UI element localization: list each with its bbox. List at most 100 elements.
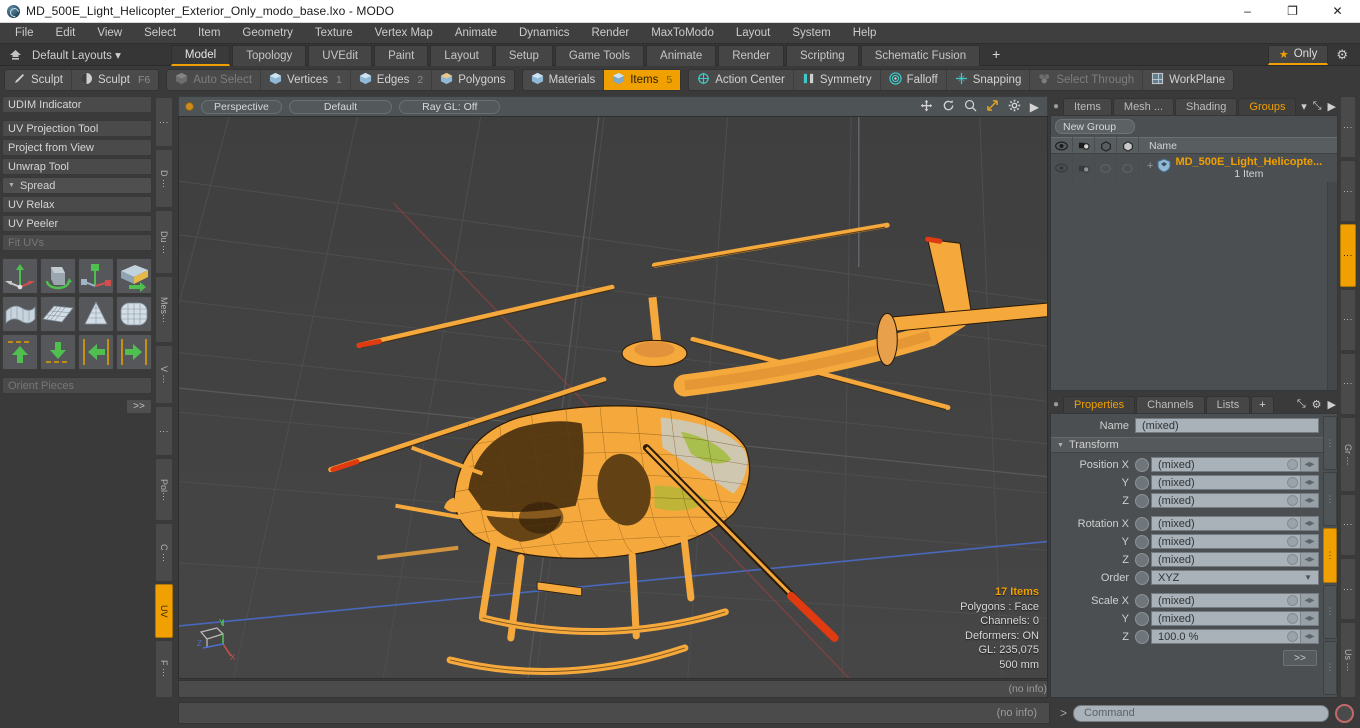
uv-projection-tool-button[interactable]: UV Projection Tool (2, 120, 152, 137)
table-row[interactable]: + MD_500E_Light_Helicopte... 1 Item (1051, 154, 1337, 182)
scale-y-input[interactable]: (mixed) (1152, 613, 1287, 625)
uv-align-up-icon[interactable] (2, 334, 38, 370)
menu-texture[interactable]: Texture (304, 23, 364, 44)
channel-dot-icon[interactable] (1135, 593, 1149, 608)
layout-tab-render[interactable]: Render (718, 44, 784, 66)
layout-tab-scripting[interactable]: Scripting (785, 44, 859, 66)
layout-tab-model[interactable]: Model (170, 44, 231, 66)
rotation-x-input[interactable]: (mixed) (1152, 518, 1287, 530)
tab-channels[interactable]: Channels (1136, 396, 1205, 413)
unwrap-tool-button[interactable]: Unwrap Tool (2, 158, 152, 175)
scale-x-input[interactable]: (mixed) (1152, 595, 1287, 607)
left-vtab-vertex[interactable]: V ⋯ (155, 345, 173, 405)
edges-button[interactable]: Edges 2 (351, 70, 433, 90)
stepper-arrows-icon[interactable]: ◂▸ (1300, 494, 1318, 507)
new-group-button[interactable]: New Group (1055, 119, 1135, 134)
channel-dot-icon[interactable] (1135, 493, 1149, 508)
default-layouts-label[interactable]: Default Layouts ▾ (30, 48, 127, 62)
menu-dynamics[interactable]: Dynamics (508, 23, 580, 44)
polygons-button[interactable]: Polygons (432, 70, 513, 90)
order-select[interactable]: XYZ ▼ (1151, 570, 1319, 585)
group-item[interactable]: + MD_500E_Light_Helicopte... 1 Item (1139, 156, 1322, 180)
gear-icon[interactable] (1008, 99, 1021, 115)
menu-geometry[interactable]: Geometry (231, 23, 304, 44)
select-through-button[interactable]: Select Through (1030, 70, 1144, 90)
right-vtab-user[interactable]: Us ⋯ (1340, 622, 1356, 698)
uv-rotate-gizmo-icon[interactable] (40, 258, 76, 294)
right-vtab-0[interactable]: ⋮ (1340, 96, 1356, 159)
uv-move-gizmo-icon[interactable] (2, 258, 38, 294)
stepper-arrows-icon[interactable]: ◂▸ (1300, 535, 1318, 548)
panel-menu-dot-icon[interactable]: ● (1050, 98, 1062, 115)
auto-select-button[interactable]: Auto Select (167, 70, 262, 90)
menu-maxtomodo[interactable]: MaxToModo (640, 23, 725, 44)
sculpt-button[interactable]: Sculpt (5, 70, 72, 90)
viewport-style-dropdown[interactable]: Default (288, 99, 393, 114)
panel-menu-dot-icon[interactable]: ● (1050, 396, 1062, 413)
left-vtab-5[interactable]: ⋮ (155, 406, 173, 457)
menu-select[interactable]: Select (133, 23, 187, 44)
left-vtab-mesh[interactable]: Mes⋯ (155, 276, 173, 344)
menu-item[interactable]: Item (187, 23, 231, 44)
panel-arrow-icon[interactable]: ▶ (1328, 398, 1336, 411)
move-icon[interactable] (920, 99, 933, 115)
close-button[interactable]: ✕ (1315, 0, 1360, 23)
left-vtab-polygon[interactable]: Pol⋯ (155, 458, 173, 522)
tab-groups[interactable]: Groups (1238, 98, 1297, 115)
right-vtab-6[interactable]: ⋮ (1340, 493, 1356, 557)
channel-dot-icon[interactable] (1135, 570, 1149, 585)
left-vtab-0[interactable]: ⋮ (155, 97, 173, 148)
stepper-arrows-icon[interactable]: ◂▸ (1300, 476, 1318, 489)
layout-tab-schematic-fusion[interactable]: Schematic Fusion (860, 44, 981, 66)
right-vtab-groups[interactable]: Gr ⋯ (1340, 417, 1356, 492)
uv-peeler-button[interactable]: UV Peeler (2, 215, 152, 232)
items-button[interactable]: Items 5 (604, 70, 681, 90)
layout-tab-uvedit[interactable]: UVEdit (308, 44, 373, 66)
command-input[interactable]: Command (1073, 704, 1329, 722)
row-eye-toggle[interactable] (1051, 154, 1073, 182)
viewport-menu-dot-icon[interactable] (185, 102, 194, 111)
transform-section-header[interactable]: ▼ Transform (1051, 437, 1323, 453)
left-vtab-f[interactable]: F ⋯ (155, 639, 173, 699)
left-vtab-curve[interactable]: C ⋯ (155, 523, 173, 583)
stepper-arrows-icon[interactable]: ◂▸ (1300, 553, 1318, 566)
prop-side-dot-3[interactable]: ⋮ (1323, 584, 1337, 639)
tab-lists[interactable]: Lists (1205, 396, 1251, 413)
stepper-arrows-icon[interactable]: ◂▸ (1300, 517, 1318, 530)
menu-system[interactable]: System (781, 23, 841, 44)
record-icon[interactable] (1335, 703, 1354, 723)
presets-button[interactable]: Sculpt F6 (72, 70, 158, 90)
row-shape-outline-toggle[interactable] (1117, 154, 1139, 182)
position-z-input[interactable]: (mixed) (1152, 495, 1287, 507)
left-vtab-deform[interactable]: D ⋯ (155, 149, 173, 209)
tab-shading[interactable]: Shading (1175, 98, 1238, 115)
scale-z-input[interactable]: 100.0 % (1152, 631, 1287, 643)
play-icon[interactable]: ▶ (1030, 100, 1039, 114)
tab-properties[interactable]: Properties (1063, 396, 1136, 413)
uv-cone-icon[interactable] (78, 296, 114, 332)
uv-flatten-icon[interactable] (116, 258, 152, 294)
snapping-button[interactable]: Snapping (947, 70, 1031, 90)
tab-items[interactable]: Items (1063, 98, 1112, 115)
prop-side-dot-1[interactable]: ⋮ (1323, 472, 1337, 527)
right-vtab-4[interactable]: ⋮ (1340, 352, 1356, 416)
properties-more-button[interactable]: >> (1283, 650, 1317, 666)
channel-dot-icon[interactable] (1135, 457, 1149, 472)
menu-animate[interactable]: Animate (444, 23, 508, 44)
channel-dot-icon[interactable] (1135, 552, 1149, 567)
stepper-arrows-icon[interactable]: ◂▸ (1300, 612, 1318, 625)
channel-dot-icon[interactable] (1135, 534, 1149, 549)
add-layout-tab-button[interactable]: + (982, 44, 1010, 66)
only-toggle-button[interactable]: ★ Only (1267, 44, 1329, 65)
panel-arrow-icon[interactable]: ▶ (1328, 100, 1336, 113)
right-vtab-1[interactable]: ⋮ (1340, 160, 1356, 223)
expander-icon[interactable]: + (1147, 156, 1153, 172)
uv-relax-button[interactable]: UV Relax (2, 196, 152, 213)
viewport-raygl-dropdown[interactable]: Ray GL: Off (399, 99, 501, 114)
uv-sphere-grid-icon[interactable] (116, 296, 152, 332)
left-vtab-uv[interactable]: UV (155, 584, 173, 638)
channel-dot-icon[interactable] (1135, 629, 1149, 644)
expand-icon[interactable]: ⤡ (1297, 398, 1306, 411)
rotate-icon[interactable] (942, 99, 955, 115)
stepper-arrows-icon[interactable]: ◂▸ (1300, 630, 1318, 643)
